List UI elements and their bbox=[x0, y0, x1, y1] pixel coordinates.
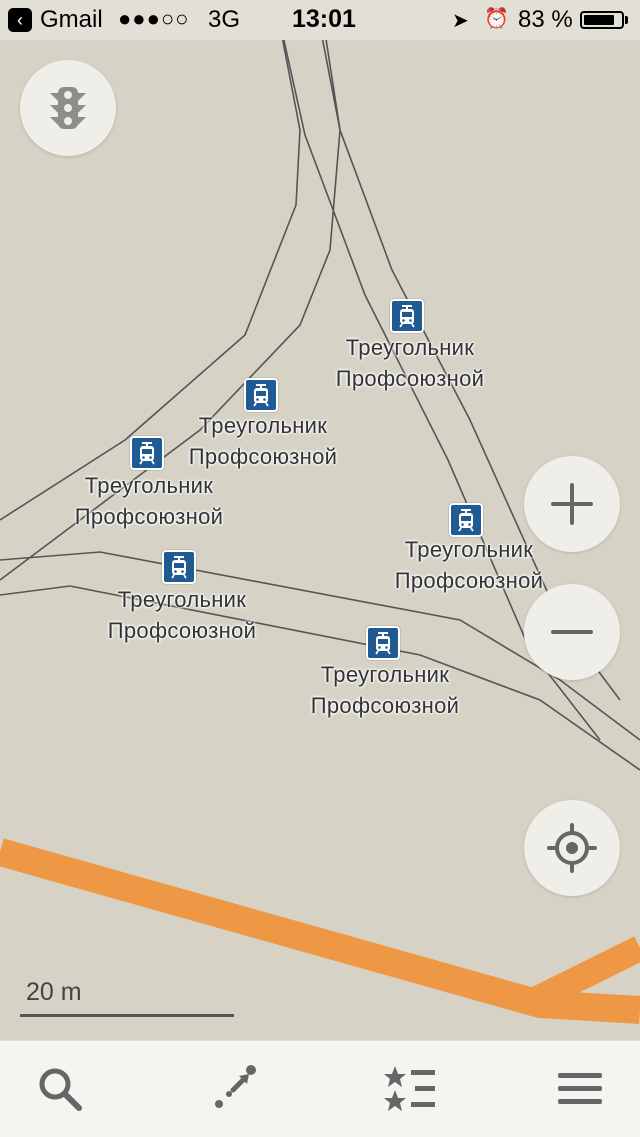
stop-name-line2: Профсоюзной bbox=[310, 693, 460, 718]
stop-name-line1: Треугольник bbox=[84, 473, 214, 498]
stop-name-line1: Треугольник bbox=[345, 335, 475, 360]
scale-bar bbox=[20, 1014, 234, 1017]
tram-stop-label[interactable]: Треугольник Профсоюзной bbox=[49, 470, 249, 532]
tram-stop-label[interactable]: Треугольник Профсоюзной bbox=[285, 659, 485, 721]
tram-stop-label[interactable]: Треугольник Профсоюзной bbox=[369, 534, 569, 596]
battery-tip bbox=[625, 16, 628, 24]
status-bar: ‹ Gmail ●●●○○ 3G 13:01 ➤ ⏰ 83 % bbox=[0, 0, 640, 40]
battery-icon bbox=[580, 11, 624, 29]
zoom-out-button[interactable] bbox=[524, 584, 620, 680]
back-app-label[interactable]: Gmail bbox=[40, 6, 103, 34]
network-type: 3G bbox=[208, 6, 241, 33]
tram-stop-label[interactable]: Треугольник Профсоюзной bbox=[310, 332, 510, 394]
major-road-branch bbox=[529, 936, 640, 1012]
stop-name-line1: Треугольник bbox=[117, 587, 247, 612]
stop-name-line2: Профсоюзной bbox=[335, 366, 485, 391]
bottom-toolbar bbox=[0, 1040, 640, 1137]
route-button[interactable] bbox=[206, 1061, 262, 1117]
crosshair-icon bbox=[547, 823, 597, 873]
tram-stop-icon[interactable] bbox=[366, 626, 400, 660]
traffic-light-icon bbox=[50, 87, 86, 129]
tram-stop-icon[interactable] bbox=[162, 550, 196, 584]
zoom-in-button[interactable] bbox=[524, 456, 620, 552]
stop-name-line2: Профсоюзной bbox=[188, 444, 338, 469]
alarm-icon: ⏰ bbox=[484, 8, 509, 30]
scale-label: 20 m bbox=[26, 978, 82, 1006]
signal-strength: ●●●○○ bbox=[118, 6, 190, 31]
bookmarks-icon bbox=[384, 1066, 435, 1111]
search-button[interactable] bbox=[32, 1061, 88, 1117]
clock: 13:01 bbox=[292, 5, 356, 33]
route-icon bbox=[215, 1065, 256, 1108]
tram-stop-icon[interactable] bbox=[130, 436, 164, 470]
tram-stop-icon[interactable] bbox=[244, 378, 278, 412]
tram-stop-icon[interactable] bbox=[449, 503, 483, 537]
minus-icon bbox=[551, 630, 593, 634]
menu-icon bbox=[558, 1073, 602, 1104]
search-icon bbox=[39, 1068, 82, 1111]
location-arrow-icon: ➤ bbox=[452, 10, 469, 32]
battery-percent: 83 % bbox=[518, 6, 573, 33]
bookmarks-button[interactable] bbox=[382, 1061, 438, 1117]
stop-name-line1: Треугольник bbox=[198, 413, 328, 438]
stop-name-line2: Профсоюзной bbox=[74, 504, 224, 529]
plus-icon bbox=[551, 483, 593, 525]
tram-stop-label[interactable]: Треугольник Профсоюзной bbox=[163, 410, 363, 472]
tram-stop-label[interactable]: Треугольник Профсоюзной bbox=[82, 584, 282, 646]
stop-name-line2: Профсоюзной bbox=[394, 568, 544, 593]
my-location-button[interactable] bbox=[524, 800, 620, 896]
back-arrow-icon[interactable]: ‹ bbox=[8, 8, 32, 32]
tram-stop-icon[interactable] bbox=[390, 299, 424, 333]
menu-button[interactable] bbox=[552, 1061, 608, 1117]
traffic-button[interactable] bbox=[20, 60, 116, 156]
stop-name-line2: Профсоюзной bbox=[107, 618, 257, 643]
stop-name-line1: Треугольник bbox=[320, 662, 450, 687]
